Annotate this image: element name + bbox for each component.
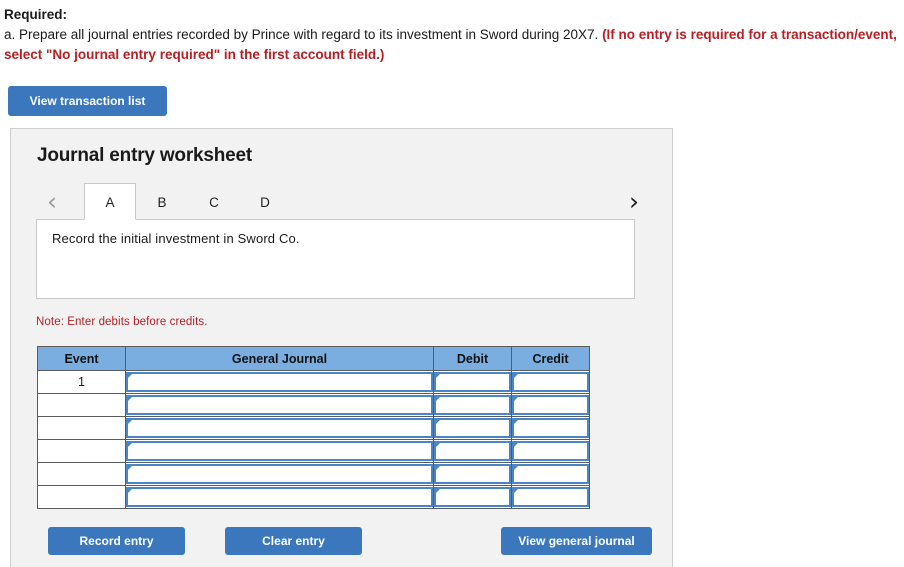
view-general-journal-button[interactable]: View general journal — [501, 527, 652, 555]
general-journal-account-select[interactable] — [126, 395, 433, 415]
debits-before-credits-note: Note: Enter debits before credits. — [36, 316, 208, 328]
credit-amount-input[interactable] — [512, 372, 589, 392]
debit-amount-input[interactable] — [434, 441, 511, 461]
credit-amount-input[interactable] — [512, 441, 589, 461]
event-number-cell — [37, 393, 126, 417]
debit-amount-input[interactable] — [434, 395, 511, 415]
tab-b[interactable]: B — [136, 183, 188, 220]
requirement-block: Required: a. Prepare all journal entries… — [0, 6, 904, 65]
credit-amount-input-cell — [511, 393, 590, 417]
debit-amount-input[interactable] — [434, 418, 511, 438]
credit-amount-input[interactable] — [512, 418, 589, 438]
credit-amount-input-cell — [511, 416, 590, 440]
debit-amount-input-cell — [433, 439, 512, 463]
general-journal-account-select-cell — [125, 393, 434, 417]
requirement-body-plain: a. Prepare all journal entries recorded … — [4, 27, 603, 42]
event-number-cell: 1 — [37, 370, 126, 394]
debit-amount-input-cell — [433, 370, 512, 394]
general-journal-account-select[interactable] — [126, 441, 433, 461]
column-header-debit: Debit — [433, 346, 512, 371]
general-journal-account-select[interactable] — [126, 418, 433, 438]
table-row — [37, 416, 590, 440]
general-journal-account-select[interactable] — [126, 487, 433, 507]
debit-amount-input-cell — [433, 462, 512, 486]
column-header-credit: Credit — [511, 346, 590, 371]
credit-amount-input-cell — [511, 462, 590, 486]
credit-amount-input[interactable] — [512, 395, 589, 415]
debit-amount-input-cell — [433, 416, 512, 440]
debit-amount-input[interactable] — [434, 464, 511, 484]
table-row — [37, 462, 590, 486]
tab-d[interactable]: D — [239, 183, 291, 220]
general-journal-account-select[interactable] — [126, 372, 433, 392]
journal-entry-table: Event General Journal Debit Credit 1 — [37, 346, 590, 509]
credit-amount-input[interactable] — [512, 487, 589, 507]
table-row — [37, 485, 590, 509]
clear-entry-button[interactable]: Clear entry — [225, 527, 362, 555]
general-journal-account-select-cell — [125, 462, 434, 486]
debit-amount-input[interactable] — [434, 487, 511, 507]
general-journal-account-select-cell — [125, 370, 434, 394]
transaction-description-box: Record the initial investment in Sword C… — [36, 219, 635, 299]
record-entry-button[interactable]: Record entry — [48, 527, 185, 555]
credit-amount-input-cell — [511, 370, 590, 394]
tab-a[interactable]: A — [84, 183, 136, 220]
requirement-body: a. Prepare all journal entries recorded … — [4, 25, 900, 65]
transaction-description-text: Record the initial investment in Sword C… — [52, 231, 300, 246]
view-transaction-list-button[interactable]: View transaction list — [8, 86, 167, 116]
table-header-row: Event General Journal Debit Credit — [37, 346, 590, 371]
event-number-cell — [37, 462, 126, 486]
column-header-general-journal: General Journal — [125, 346, 434, 371]
worksheet-tabs: ‹ A B C D › — [36, 183, 651, 221]
table-row — [37, 439, 590, 463]
tab-c[interactable]: C — [188, 183, 240, 220]
table-row: 1 — [37, 370, 590, 394]
general-journal-account-select[interactable] — [126, 464, 433, 484]
debit-amount-input[interactable] — [434, 372, 511, 392]
column-header-event: Event — [37, 346, 126, 371]
event-number-cell — [37, 416, 126, 440]
debit-amount-input-cell — [433, 485, 512, 509]
worksheet-title: Journal entry worksheet — [37, 145, 253, 166]
general-journal-account-select-cell — [125, 485, 434, 509]
chevron-right-icon[interactable]: › — [623, 189, 645, 215]
general-journal-account-select-cell — [125, 416, 434, 440]
credit-amount-input[interactable] — [512, 464, 589, 484]
credit-amount-input-cell — [511, 485, 590, 509]
event-number-cell — [37, 485, 126, 509]
general-journal-account-select-cell — [125, 439, 434, 463]
chevron-left-icon[interactable]: ‹ — [41, 189, 63, 215]
journal-entry-worksheet-panel: Journal entry worksheet ‹ A B C D › Reco… — [10, 128, 673, 567]
debit-amount-input-cell — [433, 393, 512, 417]
event-number-cell — [37, 439, 126, 463]
requirement-title: Required: — [4, 7, 68, 22]
table-row — [37, 393, 590, 417]
credit-amount-input-cell — [511, 439, 590, 463]
